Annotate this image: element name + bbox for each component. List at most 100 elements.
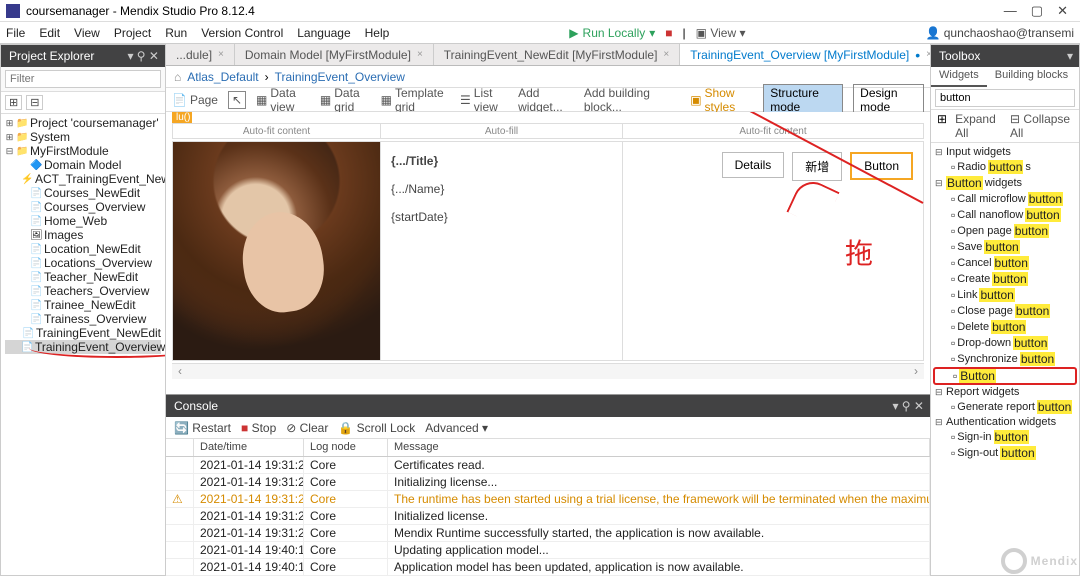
- toolbox-item[interactable]: ▫ Call nanoflow button: [933, 207, 1077, 223]
- menu-file[interactable]: File: [6, 26, 25, 40]
- listview-button[interactable]: ☰ List view: [460, 86, 508, 114]
- toolbox-search[interactable]: [935, 89, 1075, 107]
- toolbox-item[interactable]: ▫ Delete button: [933, 319, 1077, 335]
- crumb-2[interactable]: TrainingEvent_Overview: [275, 70, 405, 84]
- clear-button[interactable]: ⊘ Clear: [286, 421, 328, 435]
- add-button[interactable]: 新增: [792, 152, 842, 181]
- filter-input[interactable]: [5, 70, 161, 88]
- tree-item[interactable]: 📄Courses_Overview: [5, 200, 161, 214]
- tree-item[interactable]: 📄Teachers_Overview: [5, 284, 161, 298]
- toolbox-item[interactable]: ▫ Cancel button: [933, 255, 1077, 271]
- view-button[interactable]: ▣ View ▾: [696, 26, 746, 40]
- tree-item[interactable]: ⊞📁System: [5, 130, 161, 144]
- scrolllock-button[interactable]: 🔒 Scroll Lock: [338, 421, 415, 435]
- design-mode[interactable]: Design mode: [853, 84, 924, 116]
- doc-tab[interactable]: Domain Model [MyFirstModule]×: [235, 44, 434, 65]
- crumb-1[interactable]: Atlas_Default: [187, 70, 258, 84]
- log-row[interactable]: 2021-01-14 19:31:22...CoreInitializing l…: [166, 474, 930, 491]
- console-stop-button[interactable]: ■ Stop: [241, 421, 276, 435]
- collapse-icon[interactable]: ⊟: [26, 95, 43, 110]
- doc-tab[interactable]: TrainingEvent_NewEdit [MyFirstModule]×: [434, 44, 680, 65]
- pin-icon[interactable]: ▾ ⚲ ✕: [127, 49, 159, 63]
- close-icon[interactable]: ×: [218, 49, 224, 60]
- toolbox-item[interactable]: ▫ Save button: [933, 239, 1077, 255]
- scroll-left[interactable]: ‹: [172, 364, 188, 379]
- addblock-button[interactable]: Add building block...: [584, 86, 670, 114]
- toolbox-item[interactable]: ▫ Generate report button: [933, 399, 1077, 415]
- page-canvas[interactable]: lu() Auto-fit content Auto-fill Auto-fit…: [166, 112, 930, 394]
- tree-item[interactable]: 📄TrainingEvent_Overview: [5, 340, 161, 354]
- toolbox-group[interactable]: ⊟ Authentication widgets: [933, 415, 1077, 429]
- select-mode[interactable]: ↖: [228, 91, 246, 109]
- menu-edit[interactable]: Edit: [39, 26, 60, 40]
- log-row[interactable]: 2021-01-14 19:31:22...CoreInitialized li…: [166, 508, 930, 525]
- menu-view[interactable]: View: [74, 26, 100, 40]
- home-icon[interactable]: ⌂: [174, 70, 181, 84]
- log-row[interactable]: ⚠2021-01-14 19:31:22...CoreThe runtime h…: [166, 491, 930, 508]
- expand-icon[interactable]: ⊞: [5, 95, 22, 110]
- toolbox-group[interactable]: ⊟ Input widgets: [933, 145, 1077, 159]
- log-row[interactable]: 2021-01-14 19:31:22...CoreCertificates r…: [166, 457, 930, 474]
- blocks-tab[interactable]: Building blocks: [987, 67, 1076, 87]
- widgets-tab[interactable]: Widgets: [931, 67, 987, 87]
- maximize-button[interactable]: ▢: [1031, 3, 1043, 19]
- tree-item[interactable]: 🔷Domain Model: [5, 158, 161, 172]
- user-label[interactable]: qunchaoshao@transemi: [944, 26, 1074, 40]
- toolbox-item[interactable]: ▫ Close page button: [933, 303, 1077, 319]
- toolbox-item[interactable]: ▫ Button: [933, 367, 1077, 385]
- toolbox-item[interactable]: ▫ Radio buttons: [933, 159, 1077, 175]
- tree-item[interactable]: 🖼Images: [5, 228, 161, 242]
- scroll-right[interactable]: ›: [908, 364, 924, 379]
- minimize-button[interactable]: —: [1004, 3, 1017, 19]
- tree-item[interactable]: 📄TrainingEvent_NewEdit: [5, 326, 161, 340]
- close-icon[interactable]: ×: [417, 49, 423, 60]
- tree-item[interactable]: 📄Location_NewEdit: [5, 242, 161, 256]
- toolbox-group[interactable]: ⊟ Button widgets: [933, 175, 1077, 191]
- toolbox-item[interactable]: ▫ Sign-in button: [933, 429, 1077, 445]
- toolbox-item[interactable]: ▫ Drop-down button: [933, 335, 1077, 351]
- toolbox-item[interactable]: ▫ Open page button: [933, 223, 1077, 239]
- tree-item[interactable]: ⚡ACT_TrainingEvent_New: [5, 172, 161, 186]
- page-button[interactable]: 📄 Page: [172, 93, 218, 107]
- menu-version-control[interactable]: Version Control: [201, 26, 283, 40]
- templategrid-button[interactable]: ▦ Template grid: [381, 86, 450, 114]
- image-placeholder[interactable]: [173, 142, 381, 360]
- menu-run[interactable]: Run: [165, 26, 187, 40]
- new-button[interactable]: Button: [850, 152, 913, 180]
- expand-icon[interactable]: ⊞: [937, 112, 947, 140]
- fields-area[interactable]: {.../Title} {.../Name} {startDate}: [381, 142, 623, 360]
- structure-mode[interactable]: Structure mode: [763, 84, 843, 116]
- log-row[interactable]: 2021-01-14 19:31:23...CoreMendix Runtime…: [166, 525, 930, 542]
- showstyles-button[interactable]: ▣ Show styles: [690, 86, 753, 114]
- toolbox-item[interactable]: ▫ Create button: [933, 271, 1077, 287]
- tree-item[interactable]: 📄Teacher_NewEdit: [5, 270, 161, 284]
- tree-item[interactable]: 📄Trainess_Overview: [5, 312, 161, 326]
- close-button[interactable]: ✕: [1057, 3, 1068, 19]
- details-button[interactable]: Details: [722, 152, 785, 178]
- stop-button[interactable]: ■: [665, 26, 672, 40]
- restart-button[interactable]: 🔄 Restart: [174, 421, 231, 435]
- menu-language[interactable]: Language: [297, 26, 350, 40]
- log-row[interactable]: 2021-01-14 19:40:17...CoreApplication mo…: [166, 559, 930, 576]
- tree-item[interactable]: 📄Trainee_NewEdit: [5, 298, 161, 312]
- tree-item[interactable]: ⊞📁Project 'coursemanager': [5, 116, 161, 130]
- run-locally-button[interactable]: ▶ Run Locally ▾: [569, 26, 655, 40]
- datagrid-button[interactable]: ▦ Data grid: [320, 86, 371, 114]
- dataview-button[interactable]: ▦ Data view: [256, 86, 310, 114]
- close-icon[interactable]: ×: [663, 49, 669, 60]
- advanced-button[interactable]: Advanced ▾: [425, 421, 488, 435]
- tree-item[interactable]: ⊟📁MyFirstModule: [5, 144, 161, 158]
- addwidget-button[interactable]: Add widget...: [518, 86, 574, 114]
- menu-help[interactable]: Help: [365, 26, 390, 40]
- toolbox-item[interactable]: ▫ Sign-out button: [933, 445, 1077, 461]
- toolbox-group[interactable]: ⊟ Report widgets: [933, 385, 1077, 399]
- doc-tab[interactable]: ...dule]×: [166, 44, 235, 65]
- toolbox-item[interactable]: ▫ Call microflow button: [933, 191, 1077, 207]
- tree-item[interactable]: 📄Home_Web: [5, 214, 161, 228]
- doc-tab[interactable]: TrainingEvent_Overview [MyFirstModule]•×: [680, 44, 943, 65]
- log-row[interactable]: 2021-01-14 19:40:17...CoreUpdating appli…: [166, 542, 930, 559]
- toolbox-item[interactable]: ▫ Synchronize button: [933, 351, 1077, 367]
- toolbox-item[interactable]: ▫ Link button: [933, 287, 1077, 303]
- tree-item[interactable]: 📄Courses_NewEdit: [5, 186, 161, 200]
- tree-item[interactable]: 📄Locations_Overview: [5, 256, 161, 270]
